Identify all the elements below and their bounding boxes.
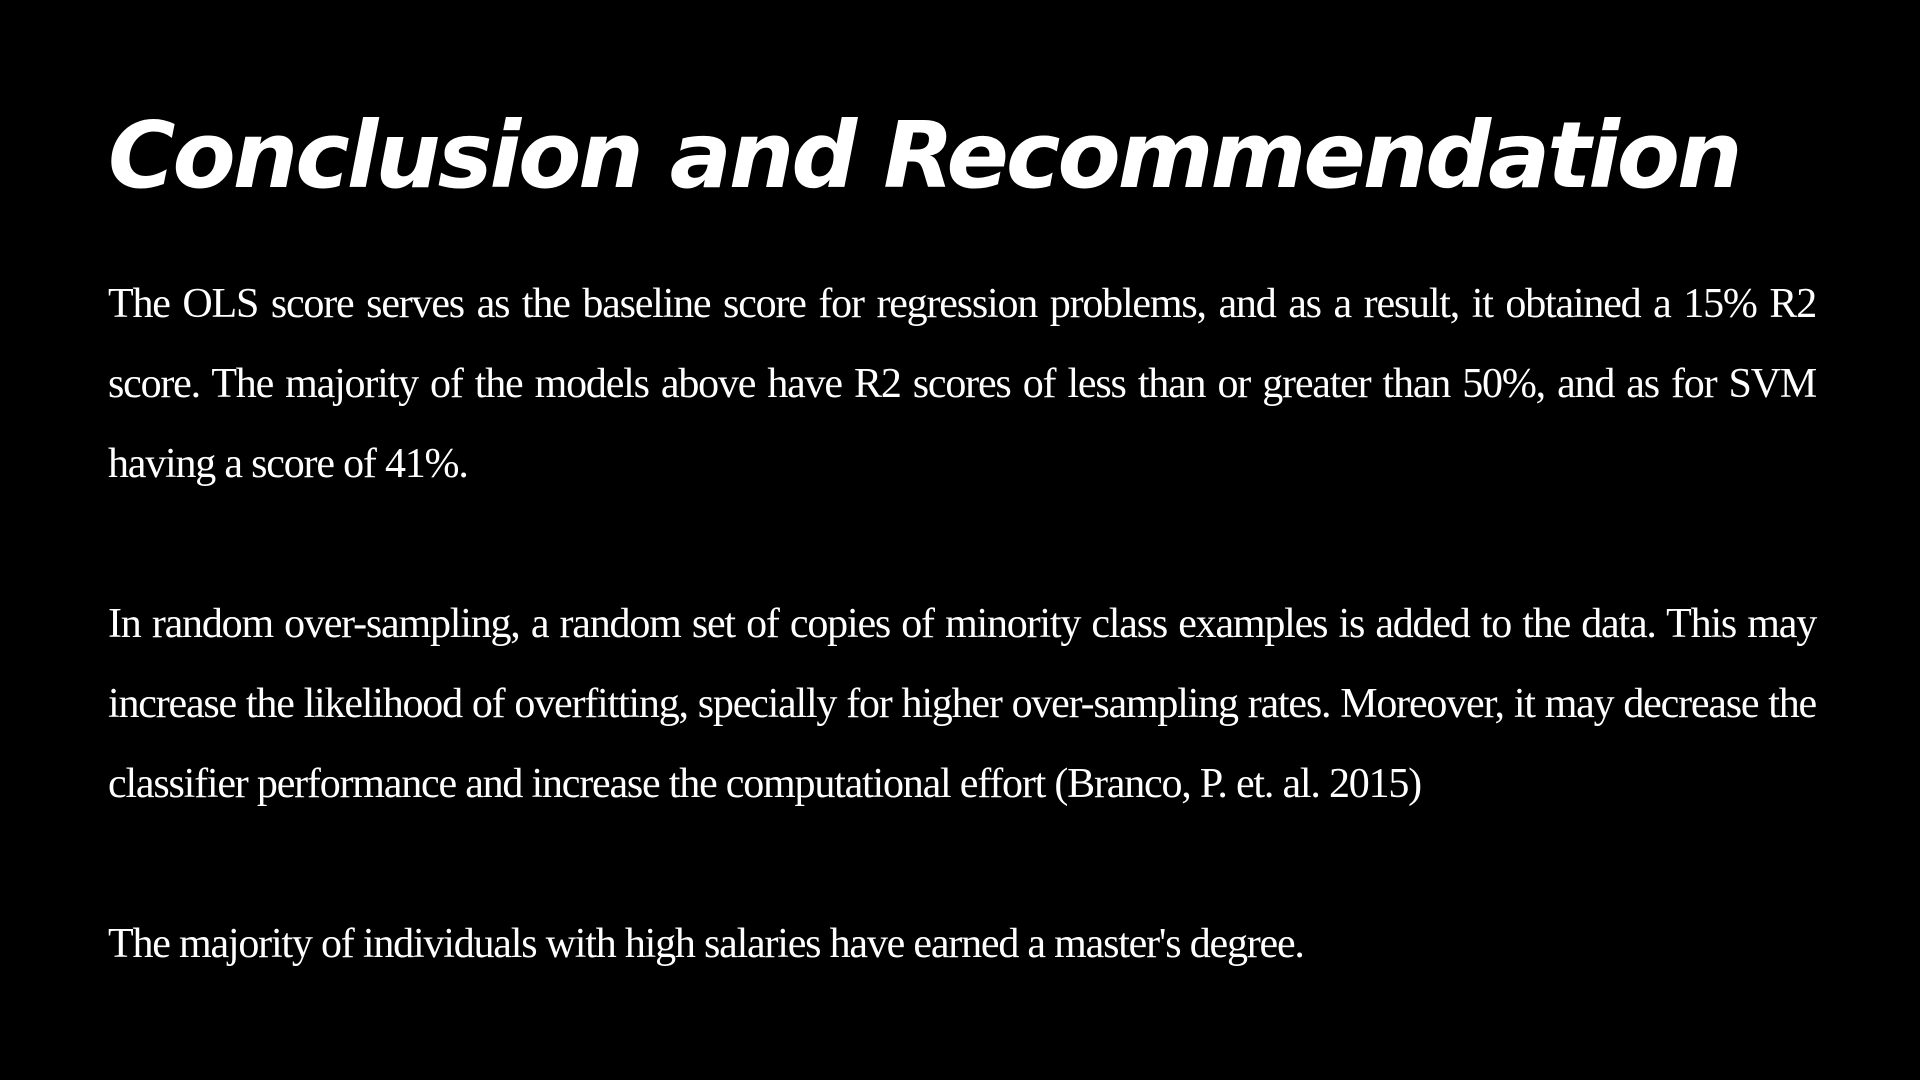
presentation-slide: Conclusion and Recommendation The OLS sc… <box>0 0 1920 1080</box>
slide-title: Conclusion and Recommendation <box>108 102 1742 209</box>
paragraph-ols-score: The OLS score serves as the baseline sco… <box>108 281 1817 487</box>
paragraph-salaries: The majority of individuals with high sa… <box>108 921 1305 967</box>
slide-body: The OLS score serves as the baseline sco… <box>108 264 1817 984</box>
paragraph-over-sampling: In random over-sampling, a random set of… <box>108 601 1817 807</box>
